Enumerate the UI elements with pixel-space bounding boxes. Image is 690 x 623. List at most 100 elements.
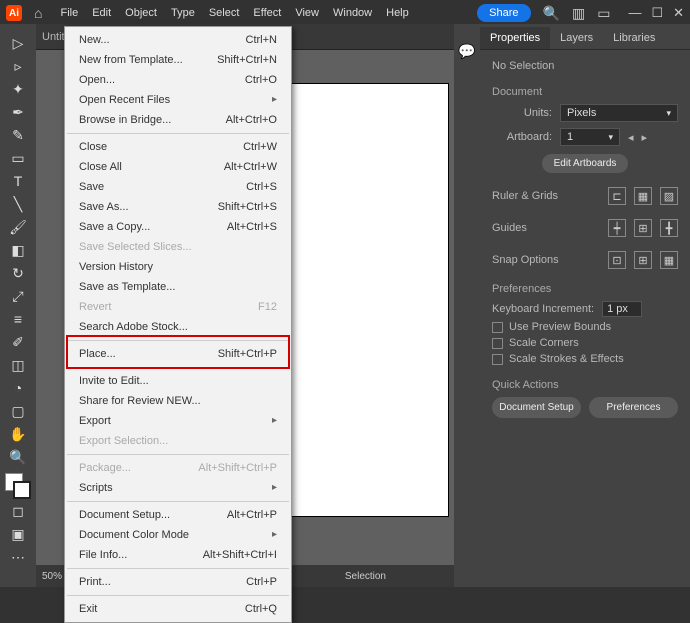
transparency-grid-icon[interactable]: ▨ xyxy=(660,187,678,205)
hand-tool[interactable]: ✋ xyxy=(6,423,30,445)
pen-tool[interactable]: ✒ xyxy=(6,101,30,123)
home-icon[interactable]: ⌂ xyxy=(34,5,42,21)
smart-guides-icon[interactable]: ╋ xyxy=(660,219,678,237)
tab-properties[interactable]: Properties xyxy=(480,27,550,49)
rotate-tool[interactable]: ↻ xyxy=(6,262,30,284)
color-swatches[interactable] xyxy=(5,473,31,499)
menu-separator xyxy=(67,454,289,455)
collapsed-panels: 💬 xyxy=(454,24,480,587)
menu-file[interactable]: File xyxy=(60,7,78,19)
keyboard-increment-input[interactable]: 1 px xyxy=(602,301,642,317)
grid-icon[interactable]: ▦ xyxy=(634,187,652,205)
menu-item-save[interactable]: SaveCtrl+S xyxy=(65,177,291,197)
minimize-button[interactable]: — xyxy=(628,5,641,21)
edit-artboards-button[interactable]: Edit Artboards xyxy=(542,154,629,173)
menu-item-document-setup[interactable]: Document Setup...Alt+Ctrl+P xyxy=(65,505,291,525)
menu-item-version-history[interactable]: Version History xyxy=(65,257,291,277)
edit-toolbar-icon[interactable]: ⋯ xyxy=(6,546,30,568)
artboard-prev-icon[interactable]: ◂ xyxy=(628,131,634,144)
snap-pixel-icon[interactable]: ▦ xyxy=(660,251,678,269)
artboard-tool[interactable]: ▢ xyxy=(6,400,30,422)
snap-options-label: Snap Options xyxy=(492,254,600,266)
gradient-tool[interactable]: ◫ xyxy=(6,354,30,376)
menu-item-save-a-copy[interactable]: Save a Copy...Alt+Ctrl+S xyxy=(65,217,291,237)
selection-tool[interactable]: ▷ xyxy=(6,32,30,54)
curvature-tool[interactable]: ✎ xyxy=(6,124,30,146)
eyedropper-tool[interactable]: ✐ xyxy=(6,331,30,353)
maximize-button[interactable]: ☐ xyxy=(651,5,663,21)
ruler-icon[interactable]: ⊏ xyxy=(608,187,626,205)
artboard-next-icon[interactable]: ▸ xyxy=(642,131,648,144)
scale-strokes-checkbox[interactable] xyxy=(492,354,503,365)
menu-item-open-recent-files[interactable]: Open Recent Files xyxy=(65,90,291,110)
menu-item-scripts[interactable]: Scripts xyxy=(65,478,291,498)
panel-tabs: Properties Layers Libraries xyxy=(480,24,690,50)
share-button[interactable]: Share xyxy=(477,4,530,22)
type-tool[interactable]: T xyxy=(6,170,30,192)
stroke-swatch[interactable] xyxy=(13,481,31,499)
draw-mode-icon[interactable]: ◻ xyxy=(6,500,30,522)
magic-wand-tool[interactable]: ✦ xyxy=(6,78,30,100)
guides-show-icon[interactable]: ┿ xyxy=(608,219,626,237)
line-tool[interactable]: ╲ xyxy=(6,193,30,215)
arrange-documents-icon[interactable]: ▥ xyxy=(572,5,585,22)
menu-item-file-info[interactable]: File Info...Alt+Shift+Ctrl+I xyxy=(65,545,291,565)
use-preview-bounds-checkbox[interactable] xyxy=(492,322,503,333)
artboard-select[interactable]: 1 xyxy=(560,128,620,146)
scale-corners-checkbox[interactable] xyxy=(492,338,503,349)
menu-item-new[interactable]: New...Ctrl+N xyxy=(65,30,291,50)
artboard-label: Artboard: xyxy=(492,131,552,143)
snap-point-icon[interactable]: ⊡ xyxy=(608,251,626,269)
menu-item-save-as-template[interactable]: Save as Template... xyxy=(65,277,291,297)
menu-help[interactable]: Help xyxy=(386,7,409,19)
scale-tool[interactable]: ⤢ xyxy=(6,285,30,307)
use-preview-bounds-label: Use Preview Bounds xyxy=(509,321,611,333)
menu-item-share-for-review-new[interactable]: Share for Review NEW... xyxy=(65,391,291,411)
shape-builder-tool[interactable]: ◔ xyxy=(6,377,30,399)
units-label: Units: xyxy=(492,107,552,119)
menu-item-save-as[interactable]: Save As...Shift+Ctrl+S xyxy=(65,197,291,217)
direct-selection-tool[interactable]: ▹ xyxy=(6,55,30,77)
menu-object[interactable]: Object xyxy=(125,7,157,19)
menu-item-open[interactable]: Open...Ctrl+O xyxy=(65,70,291,90)
menu-type[interactable]: Type xyxy=(171,7,195,19)
menu-item-package: Package...Alt+Shift+Ctrl+P xyxy=(65,458,291,478)
menu-item-document-color-mode[interactable]: Document Color Mode xyxy=(65,525,291,545)
menu-item-exit[interactable]: ExitCtrl+Q xyxy=(65,599,291,619)
guides-lock-icon[interactable]: ⊞ xyxy=(634,219,652,237)
menu-item-invite-to-edit[interactable]: Invite to Edit... xyxy=(65,371,291,391)
comments-panel-icon[interactable]: 💬 xyxy=(455,40,479,62)
menu-view[interactable]: View xyxy=(295,7,319,19)
snap-grid-icon[interactable]: ⊞ xyxy=(634,251,652,269)
units-select[interactable]: Pixels xyxy=(560,104,678,122)
menu-item-new-from-template[interactable]: New from Template...Shift+Ctrl+N xyxy=(65,50,291,70)
workspace-icon[interactable]: ▭ xyxy=(597,5,610,22)
menu-item-close[interactable]: CloseCtrl+W xyxy=(65,137,291,157)
eraser-tool[interactable]: ◧ xyxy=(6,239,30,261)
menu-item-place[interactable]: Place...Shift+Ctrl+P xyxy=(65,344,291,364)
menu-item-close-all[interactable]: Close AllAlt+Ctrl+W xyxy=(65,157,291,177)
close-button[interactable]: ✕ xyxy=(673,5,684,21)
menu-item-print[interactable]: Print...Ctrl+P xyxy=(65,572,291,592)
menu-window[interactable]: Window xyxy=(333,7,372,19)
preferences-button[interactable]: Preferences xyxy=(589,397,678,418)
document-setup-button[interactable]: Document Setup xyxy=(492,397,581,418)
menubar: File Edit Object Type Select Effect View… xyxy=(60,7,408,19)
tab-libraries[interactable]: Libraries xyxy=(603,27,665,49)
rectangle-tool[interactable]: ▭ xyxy=(6,147,30,169)
ruler-grids-label: Ruler & Grids xyxy=(492,190,600,202)
width-tool[interactable]: ≡ xyxy=(6,308,30,330)
menu-select[interactable]: Select xyxy=(209,7,240,19)
menu-item-export[interactable]: Export xyxy=(65,411,291,431)
keyboard-increment-label: Keyboard Increment: xyxy=(492,303,594,315)
menu-item-search-adobe-stock[interactable]: Search Adobe Stock... xyxy=(65,317,291,337)
screen-mode-icon[interactable]: ▣ xyxy=(6,523,30,545)
search-icon[interactable]: 🔍 xyxy=(543,5,560,22)
paintbrush-tool[interactable]: 🖌 xyxy=(6,216,30,238)
file-menu-dropdown: New...Ctrl+NNew from Template...Shift+Ct… xyxy=(64,26,292,623)
menu-edit[interactable]: Edit xyxy=(92,7,111,19)
menu-effect[interactable]: Effect xyxy=(253,7,281,19)
tab-layers[interactable]: Layers xyxy=(550,27,603,49)
menu-item-browse-in-bridge[interactable]: Browse in Bridge...Alt+Ctrl+O xyxy=(65,110,291,130)
zoom-tool[interactable]: 🔍 xyxy=(6,446,30,468)
